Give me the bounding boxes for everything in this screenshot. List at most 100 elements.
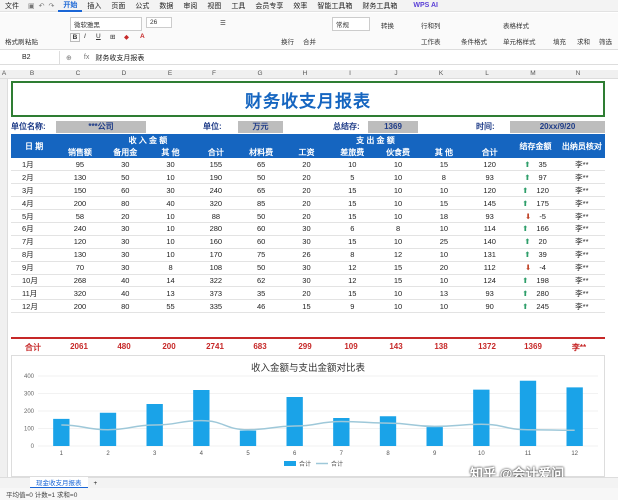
checker-cell[interactable]: 李**: [558, 248, 605, 262]
checker-cell[interactable]: 李**: [558, 299, 605, 314]
bold-button[interactable]: B: [70, 33, 80, 42]
value-cell[interactable]: 60: [238, 235, 284, 249]
tab-page[interactable]: 页面: [106, 1, 130, 11]
value-cell[interactable]: 30: [102, 235, 148, 249]
file-menu[interactable]: 文件: [0, 1, 24, 11]
cell-style-button[interactable]: 单元格样式: [500, 35, 539, 47]
value-cell[interactable]: 62: [238, 274, 284, 288]
value-cell[interactable]: 15: [329, 235, 376, 249]
value-cell[interactable]: 88: [193, 209, 239, 223]
value-cell[interactable]: 10: [420, 274, 468, 288]
value-cell[interactable]: 131: [467, 248, 513, 262]
table-style-button[interactable]: 表格样式: [500, 19, 532, 31]
value-cell[interactable]: 46: [238, 299, 284, 314]
value-cell[interactable]: 10: [375, 299, 421, 314]
value-cell[interactable]: 30: [102, 158, 148, 172]
value-cell[interactable]: 15: [329, 196, 376, 211]
column-header-d[interactable]: D: [122, 70, 127, 77]
add-sheet-button[interactable]: +: [94, 480, 98, 487]
balance-cell[interactable]: ⬆ 120: [512, 183, 559, 198]
tab-finance-tools[interactable]: 财务工具箱: [357, 1, 402, 11]
time-value[interactable]: 20xx/9/20: [510, 121, 605, 133]
value-cell[interactable]: 8: [375, 222, 421, 236]
value-cell[interactable]: 65: [238, 158, 284, 172]
value-cell[interactable]: 120: [467, 183, 513, 198]
column-header-b[interactable]: B: [30, 70, 34, 77]
value-cell[interactable]: 8: [329, 248, 376, 262]
value-cell[interactable]: 13: [147, 286, 194, 301]
balance-cell[interactable]: ⬆ 39: [512, 248, 559, 262]
value-cell[interactable]: 50: [238, 209, 284, 223]
value-cell[interactable]: 150: [57, 183, 103, 198]
value-cell[interactable]: 14: [147, 274, 194, 288]
value-cell[interactable]: 30: [102, 248, 148, 262]
value-cell[interactable]: 114: [467, 222, 513, 236]
value-cell[interactable]: 15: [375, 261, 421, 275]
balance-cell[interactable]: ⬇ -4: [512, 261, 559, 275]
value-cell[interactable]: 373: [193, 286, 239, 301]
month-cell[interactable]: 8月: [11, 248, 58, 262]
value-cell[interactable]: 10: [147, 170, 194, 185]
value-cell[interactable]: 120: [467, 158, 513, 172]
column-header-c[interactable]: C: [76, 70, 81, 77]
value-cell[interactable]: 10: [147, 248, 194, 262]
value-cell[interactable]: 30: [283, 222, 330, 236]
value-cell[interactable]: 10: [420, 183, 468, 198]
value-cell[interactable]: 58: [57, 209, 103, 223]
value-cell[interactable]: 10: [375, 158, 421, 172]
value-cell[interactable]: 130: [57, 248, 103, 262]
value-cell[interactable]: 95: [57, 158, 103, 172]
value-cell[interactable]: 93: [467, 170, 513, 185]
number-format-select[interactable]: 常规: [332, 17, 370, 31]
value-cell[interactable]: 30: [147, 158, 194, 172]
redo-icon[interactable]: ↷: [49, 2, 55, 10]
value-cell[interactable]: 10: [375, 170, 421, 185]
value-cell[interactable]: 18: [420, 209, 468, 223]
value-cell[interactable]: 12: [329, 261, 376, 275]
value-cell[interactable]: 50: [102, 170, 148, 185]
value-cell[interactable]: 10: [420, 248, 468, 262]
value-cell[interactable]: 112: [467, 261, 513, 275]
value-cell[interactable]: 190: [193, 170, 239, 185]
month-cell[interactable]: 11月: [11, 286, 58, 301]
font-name-select[interactable]: 微软雅黑: [70, 17, 142, 31]
column-header-m[interactable]: M: [530, 70, 535, 77]
column-header-g[interactable]: G: [257, 70, 262, 77]
balance-cell[interactable]: ⬆ 166: [512, 222, 559, 236]
month-cell[interactable]: 6月: [11, 222, 58, 236]
value-cell[interactable]: 25: [420, 235, 468, 249]
value-cell[interactable]: 93: [467, 209, 513, 223]
value-cell[interactable]: 20: [420, 261, 468, 275]
month-cell[interactable]: 7月: [11, 235, 58, 249]
tab-smart-tools[interactable]: 智能工具箱: [312, 1, 357, 11]
value-cell[interactable]: 130: [57, 170, 103, 185]
tab-formula[interactable]: 公式: [130, 1, 154, 11]
report-title-cell[interactable]: 财务收支月报表: [11, 81, 605, 117]
balance-cell[interactable]: ⬆ 20: [512, 235, 559, 249]
checker-cell[interactable]: 李**: [558, 209, 605, 223]
checker-cell[interactable]: 李**: [558, 196, 605, 211]
value-cell[interactable]: 20: [283, 158, 330, 172]
value-cell[interactable]: 85: [238, 196, 284, 211]
name-box[interactable]: B2: [0, 51, 60, 64]
value-cell[interactable]: 30: [283, 274, 330, 288]
balance-cell[interactable]: ⬆ 198: [512, 274, 559, 288]
column-header-j[interactable]: J: [394, 70, 397, 77]
value-cell[interactable]: 322: [193, 274, 239, 288]
value-cell[interactable]: 140: [467, 235, 513, 249]
tab-insert[interactable]: 插入: [82, 1, 106, 11]
paste-button[interactable]: 粘贴: [22, 35, 41, 47]
value-cell[interactable]: 30: [102, 261, 148, 275]
value-cell[interactable]: 10: [375, 286, 421, 301]
font-color-icon[interactable]: A: [140, 33, 145, 40]
value-cell[interactable]: 20: [283, 286, 330, 301]
checker-cell[interactable]: 李**: [558, 158, 605, 172]
checker-cell[interactable]: 李**: [558, 183, 605, 198]
month-cell[interactable]: 3月: [11, 183, 58, 198]
value-cell[interactable]: 80: [102, 299, 148, 314]
balance-cell[interactable]: ⬆ 175: [512, 196, 559, 211]
align-top-icon[interactable]: ☰: [220, 19, 226, 27]
value-cell[interactable]: 15: [329, 209, 376, 223]
value-cell[interactable]: 15: [420, 158, 468, 172]
sum-button[interactable]: 求和: [574, 35, 593, 47]
